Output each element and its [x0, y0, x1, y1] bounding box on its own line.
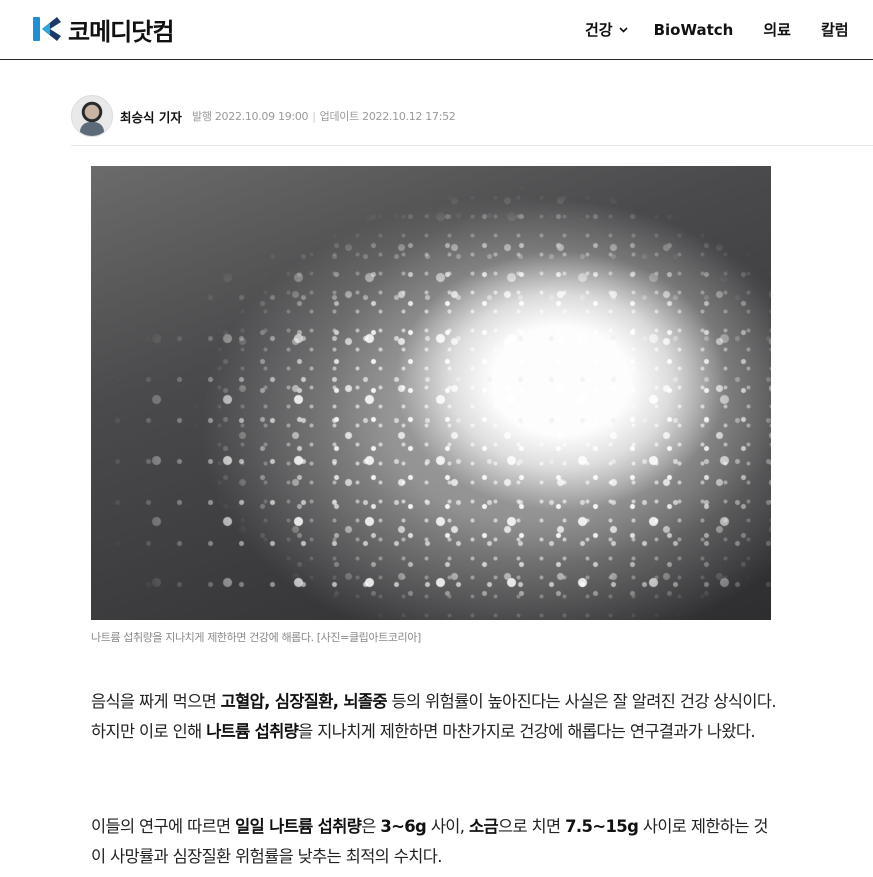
meta-divider: | — [312, 110, 316, 123]
text-run: 으로 치면 — [497, 817, 566, 836]
bold-run: 소금 — [469, 817, 499, 836]
bold-run: 3~6g — [380, 817, 427, 836]
bold-run: 고혈압, 심장질환, 뇌졸중 — [220, 692, 388, 711]
nav-item-medical[interactable]: 의료 — [763, 19, 791, 40]
site-logo[interactable]: 코메디닷컴 — [31, 12, 174, 46]
text-run: 이들의 연구에 따르면 — [91, 817, 236, 836]
chevron-down-icon — [619, 26, 628, 33]
published-date: 2022.10.09 19:00 — [214, 110, 309, 123]
author-name[interactable]: 최승식 기자 — [120, 107, 182, 126]
bold-run: 일일 나트륨 섭취량 — [235, 817, 362, 836]
article-byline: 최승식 기자 발행 2022.10.09 19:00 | 업데이트 2022.10.… — [71, 92, 873, 146]
nav-item-biowatch[interactable]: BioWatch — [654, 21, 734, 39]
published-label: 발행 — [192, 110, 212, 123]
updated-date: 2022.10.12 17:52 — [362, 110, 456, 123]
text-run: 사이, — [426, 817, 469, 836]
author-avatar[interactable] — [71, 95, 113, 137]
main-nav: 건강 BioWatch 의료 칼럼 부울 — [585, 19, 873, 40]
text-run: 을 지나치게 제한하면 마찬가지로 건강에 해롭다는 연구결과가 나왔다. — [298, 722, 755, 741]
nav-item-health[interactable]: 건강 — [585, 19, 628, 40]
text-run: 은 — [361, 817, 381, 836]
avatar-body — [80, 122, 104, 136]
bold-run: 7.5~15g — [565, 817, 639, 836]
article-paragraph-1: 음식을 짜게 먹으면 고혈압, 심장질환, 뇌졸중 등의 위험률이 높아진다는 … — [91, 687, 781, 747]
nav-item-column[interactable]: 칼럼 — [821, 19, 849, 40]
site-header: 코메디닷컴 건강 BioWatch 의료 칼럼 부울 — [0, 0, 873, 60]
photo-caption: 나트륨 섭취량을 지나치게 제한하면 건강에 해롭다. [사진=클립아트코리아] — [91, 631, 421, 644]
photo-texture-2 — [91, 166, 771, 620]
updated-label: 업데이트 — [319, 110, 360, 123]
site-logo-text: 코메디닷컴 — [68, 17, 174, 46]
bold-run: 나트륨 섭취량 — [206, 722, 299, 741]
article-paragraph-2: 이들의 연구에 따르면 일일 나트륨 섭취량은 3~6g 사이, 소금으로 치면… — [91, 812, 781, 872]
nav-item-label: 건강 — [585, 21, 613, 39]
text-run: 음식을 짜게 먹으면 — [91, 692, 221, 711]
salt-crystals-photo — [91, 166, 771, 620]
article-dates: 발행 2022.10.09 19:00 | 업데이트 2022.10.12 17:5… — [192, 108, 456, 124]
comedi-k-logo-icon — [33, 17, 61, 41]
